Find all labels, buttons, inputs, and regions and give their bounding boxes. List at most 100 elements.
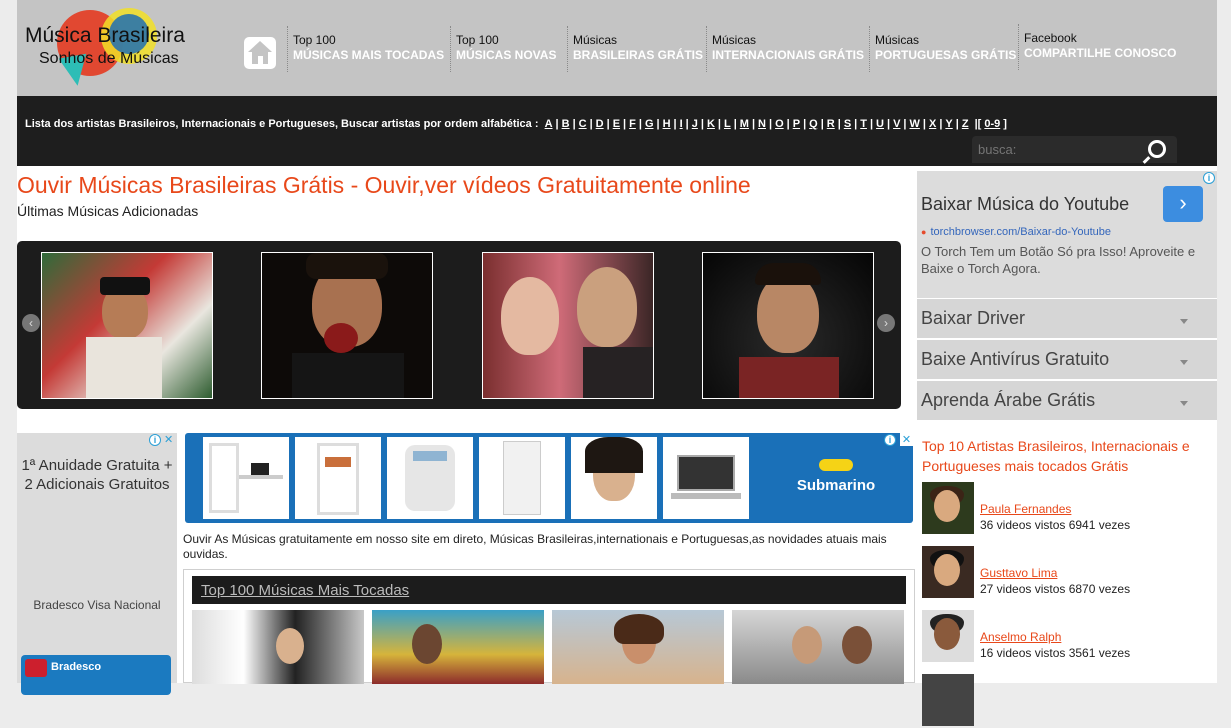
brand-name: Submarino xyxy=(796,477,876,494)
artist-name[interactable]: Gusttavo Lima xyxy=(980,566,1057,580)
ad-link-label: Baixe Antivírus Gratuito xyxy=(921,349,1110,369)
artist-photo[interactable] xyxy=(922,674,974,726)
nav-small-label: Músicas xyxy=(712,33,757,47)
alphabet-letter-y[interactable]: Y xyxy=(945,118,952,130)
ad-link-baixar-driver[interactable]: Baixar Driver xyxy=(917,298,1217,338)
video-thumbnail[interactable] xyxy=(732,610,904,684)
video-thumbnail[interactable] xyxy=(192,610,364,684)
nav-brasileiras[interactable]: Músicas BRASILEIRAS GRÁTIS xyxy=(567,26,703,72)
site-logo[interactable]: Música Brasileira Sonhos de Músicas xyxy=(23,8,223,89)
sidebar-ad[interactable]: Baixar Música do Youtube › torchbrowser.… xyxy=(917,171,1217,298)
artist-photo[interactable] xyxy=(922,482,974,534)
video-thumbnail[interactable] xyxy=(702,252,874,399)
alphabet-letter-f[interactable]: F xyxy=(629,118,636,130)
product-tile[interactable] xyxy=(295,437,381,519)
alphabet-letter-p[interactable]: P xyxy=(793,118,800,130)
alphabet-letter-x[interactable]: X xyxy=(929,118,936,130)
artist-photo[interactable] xyxy=(922,546,974,598)
close-icon[interactable]: ✕ xyxy=(900,433,913,446)
alphabet-letter-c[interactable]: C xyxy=(579,118,587,130)
product-tile[interactable] xyxy=(203,437,289,519)
alphabet-letter-r[interactable]: R xyxy=(827,118,835,130)
alphabet-letters: A | B | C | D | E | F | G | H | I | J | K | L | M | N | O | P | Q | R | S | T |… xyxy=(544,118,1007,130)
alphabet-letter-d[interactable]: D xyxy=(596,118,604,130)
alphabet-letter-g[interactable]: G xyxy=(645,118,654,130)
alphabet-letter-v[interactable]: V xyxy=(893,118,900,130)
search-input[interactable] xyxy=(972,136,1142,163)
close-icon[interactable]: ✕ xyxy=(164,433,173,446)
chevron-down-icon xyxy=(1180,319,1188,324)
product-tile[interactable] xyxy=(571,437,657,519)
product-tile[interactable] xyxy=(663,437,749,519)
slider-next-icon[interactable]: › xyxy=(877,314,895,332)
top10-title: Top 10 Artistas Brasileiros, Internacion… xyxy=(922,438,1190,474)
alphabet-digits[interactable]: 0-9 xyxy=(984,118,1000,130)
alphabet-letter-u[interactable]: U xyxy=(876,118,884,130)
ad-description: O Torch Tem um Botão Só pra Isso! Aprove… xyxy=(921,244,1196,276)
alphabet-letter-k[interactable]: K xyxy=(707,118,715,130)
alphabet-letter-q[interactable]: Q xyxy=(809,118,818,130)
credit-card-image[interactable]: Bradesco xyxy=(21,655,171,695)
nav-small-label: Músicas xyxy=(573,33,618,47)
header: Música Brasileira Sonhos de Músicas Top … xyxy=(17,0,1217,96)
shopping-banner-ad[interactable]: Submarino i ✕ xyxy=(185,433,913,523)
video-thumbnail[interactable] xyxy=(261,252,433,399)
artist-item[interactable]: Anselmo Ralph 16 videos vistos 3561 veze… xyxy=(922,610,1212,664)
alphabet-letter-l[interactable]: L xyxy=(724,118,731,130)
alphabet-letter-m[interactable]: M xyxy=(740,118,749,130)
artist-photo[interactable] xyxy=(922,610,974,662)
ad-link-antivirus[interactable]: Baixe Antivírus Gratuito xyxy=(917,339,1217,379)
left-banner-ad[interactable]: 1ª Anuidade Gratuita + 2 Adicionais Grat… xyxy=(17,433,177,695)
alphabet-letter-i[interactable]: I xyxy=(680,118,683,130)
video-thumbnail[interactable] xyxy=(372,610,544,684)
nav-big-label: MÚSICAS MAIS TOCADAS xyxy=(293,48,445,62)
nav-top100-novas[interactable]: Top 100 MÚSICAS NOVAS xyxy=(450,26,556,72)
alphabet-letter-e[interactable]: E xyxy=(613,118,620,130)
alphabet-letter-s[interactable]: S xyxy=(844,118,851,130)
alphabet-letter-h[interactable]: H xyxy=(663,118,671,130)
product-tile[interactable] xyxy=(387,437,473,519)
page: Música Brasileira Sonhos de Músicas Top … xyxy=(17,0,1217,726)
artist-item[interactable]: Gusttavo Lima 27 videos vistos 6870 veze… xyxy=(922,546,1212,600)
intro-text: Ouvir As Músicas gratuitamente em nosso … xyxy=(183,532,887,561)
nav-big-label: COMPARTILHE CONOSCO xyxy=(1024,46,1177,60)
card-bank-name: Bradesco xyxy=(51,661,102,673)
alphabet-letter-z[interactable]: Z xyxy=(962,118,969,130)
video-thumbnail[interactable] xyxy=(41,252,213,399)
adchoices-info-icon[interactable]: i xyxy=(884,434,896,446)
home-icon[interactable] xyxy=(244,37,276,69)
nav-facebook[interactable]: Facebook COMPARTILHE CONOSCO xyxy=(1018,24,1176,70)
search-icon[interactable] xyxy=(1148,140,1166,158)
alphabet-letter-w[interactable]: W xyxy=(910,118,920,130)
nav-small-label: Músicas xyxy=(875,33,920,47)
artist-name[interactable]: Anselmo Ralph xyxy=(980,630,1061,644)
video-thumbnail[interactable] xyxy=(482,252,654,399)
artist-name[interactable]: Paula Fernandes xyxy=(980,502,1071,516)
ad-headline[interactable]: Baixar Música do Youtube xyxy=(921,194,1129,215)
product-tile[interactable] xyxy=(479,437,565,519)
artist-item[interactable]: Paula Fernandes 36 videos vistos 6941 ve… xyxy=(922,482,1212,536)
alphabet-letter-o[interactable]: O xyxy=(775,118,784,130)
alphabet-letter-b[interactable]: B xyxy=(562,118,570,130)
alphabet-letter-j[interactable]: J xyxy=(692,118,698,130)
nav-internacionais[interactable]: Músicas INTERNACIONAIS GRÁTIS xyxy=(706,26,864,72)
logo-subtitle: Sonhos de Músicas xyxy=(39,50,179,67)
submarino-logo[interactable]: Submarino xyxy=(776,451,896,511)
alphabet-letter-a[interactable]: A xyxy=(545,118,553,130)
alphabet-letter-t[interactable]: T xyxy=(860,118,867,130)
ad-arrow-button[interactable]: › xyxy=(1163,186,1203,222)
ad-url[interactable]: torchbrowser.com/Baixar-do-Youtube xyxy=(921,226,1111,238)
artist-item[interactable] xyxy=(922,674,1212,728)
nav-portuguesas[interactable]: Músicas PORTUGUESAS GRÁTIS xyxy=(869,26,1016,72)
adchoices-info-icon[interactable]: i xyxy=(1203,172,1215,184)
nav-top100-mais-tocadas[interactable]: Top 100 MÚSICAS MAIS TOCADAS xyxy=(287,26,444,72)
alphabet-letter-n[interactable]: N xyxy=(758,118,766,130)
ad-link-arabe[interactable]: Aprenda Árabe Grátis xyxy=(917,380,1217,420)
video-thumbnail[interactable] xyxy=(552,610,724,684)
artist-stats: 16 videos vistos 3561 vezes xyxy=(980,646,1131,660)
slider-prev-icon[interactable]: ‹ xyxy=(22,314,40,332)
chevron-down-icon xyxy=(1180,401,1188,406)
top100-heading-link[interactable]: Top 100 Músicas Mais Tocadas xyxy=(201,582,409,599)
left-ad-bank: Bradesco Visa Nacional xyxy=(33,598,161,612)
adchoices-info-icon[interactable]: i xyxy=(149,434,161,446)
